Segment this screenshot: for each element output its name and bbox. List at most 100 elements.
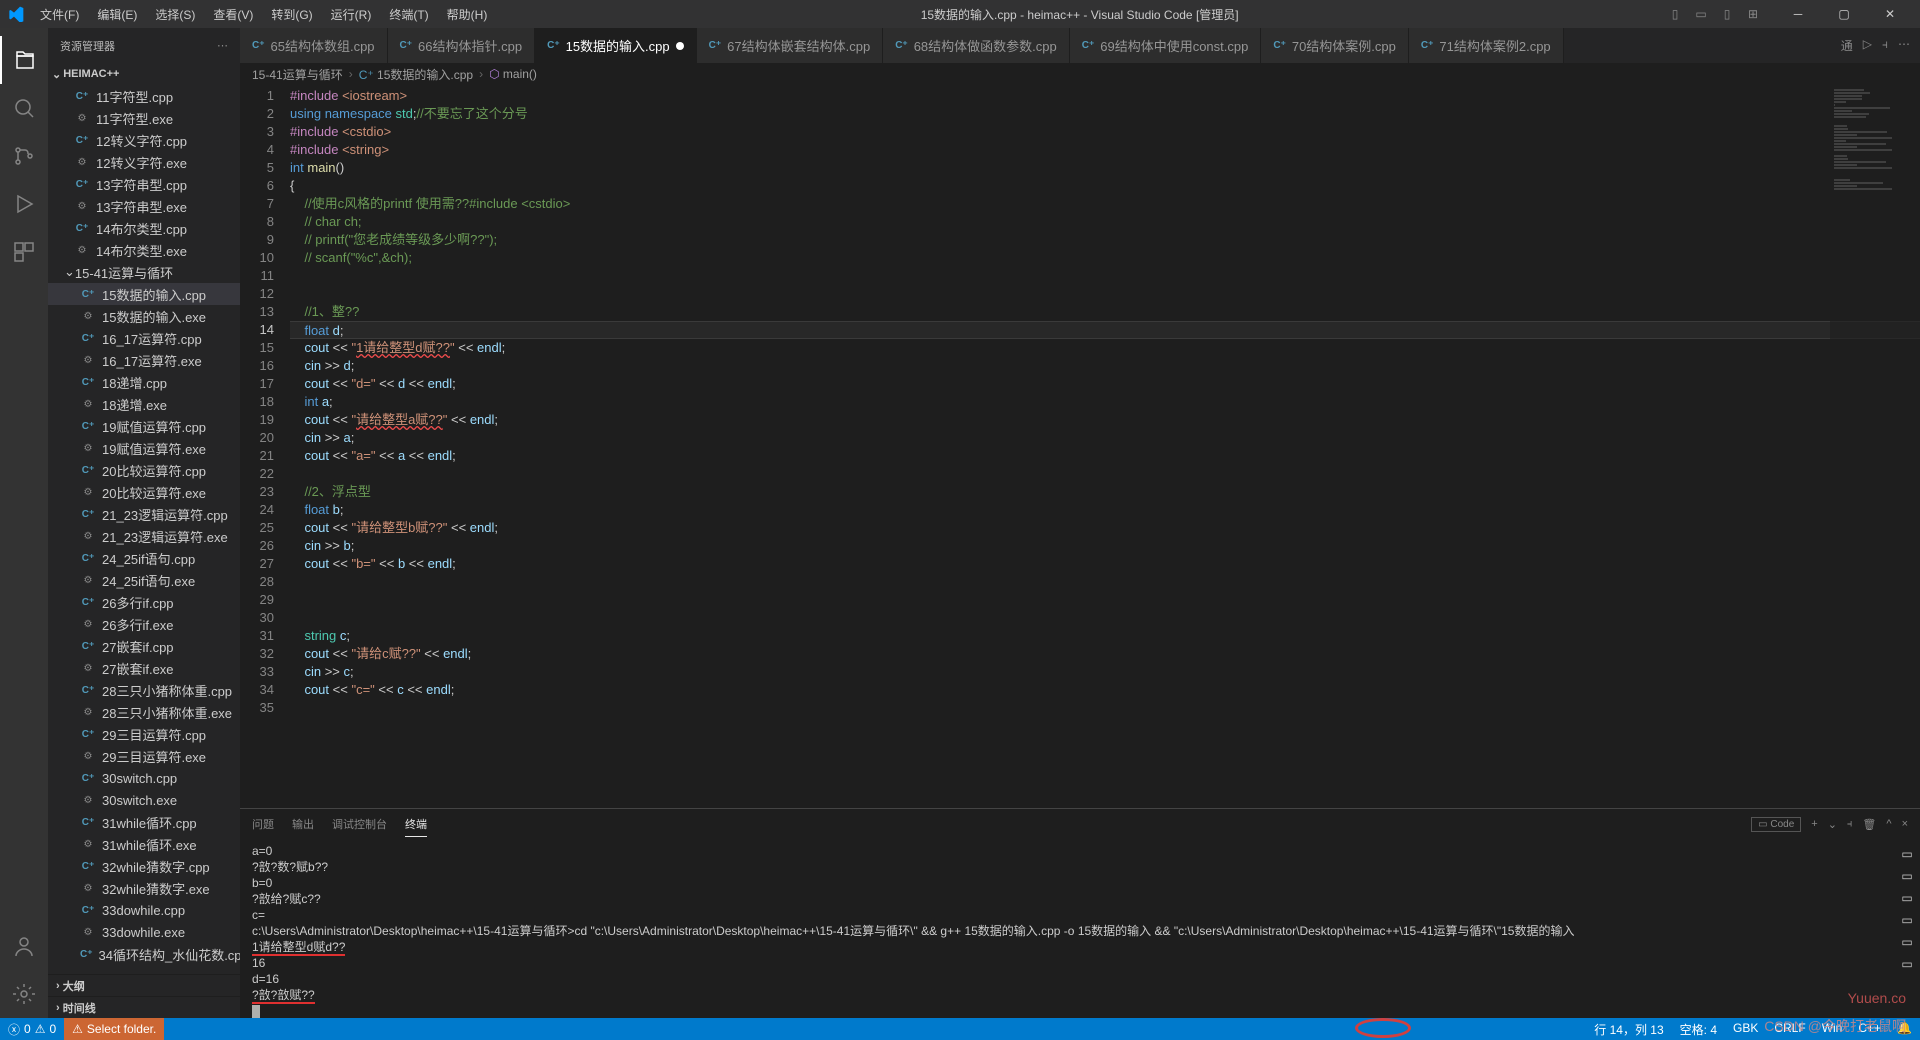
file-item[interactable]: 14布尔类型.exe bbox=[48, 239, 240, 261]
terminal-side-icon[interactable]: ▭ bbox=[1901, 869, 1912, 883]
terminal-side-icon[interactable]: ▭ bbox=[1901, 935, 1912, 949]
editor-tab[interactable]: C⁺69结构体中使用const.cpp bbox=[1070, 28, 1262, 63]
file-item[interactable]: 11字符型.cpp bbox=[48, 85, 240, 107]
minimap[interactable] bbox=[1830, 85, 1920, 808]
menu-item[interactable]: 终端(T) bbox=[381, 2, 436, 27]
editor-tab[interactable]: C⁺66结构体指针.cpp bbox=[388, 28, 536, 63]
file-item[interactable]: 27嵌套if.exe bbox=[48, 657, 240, 679]
menu-item[interactable]: 选择(S) bbox=[147, 2, 203, 27]
file-item[interactable]: 21_23逻辑运算符.cpp bbox=[48, 503, 240, 525]
code-content[interactable]: #include <iostream>using namespace std;/… bbox=[290, 85, 1920, 808]
more-icon[interactable]: ⋯ bbox=[217, 39, 228, 52]
run-debug-icon[interactable] bbox=[0, 180, 48, 228]
eol[interactable]: CRLF bbox=[1766, 1021, 1813, 1035]
outline-section[interactable]: › 大纲 bbox=[48, 974, 240, 996]
file-item[interactable]: 18递增.cpp bbox=[48, 371, 240, 393]
file-item[interactable]: 20比较运算符.cpp bbox=[48, 459, 240, 481]
file-item[interactable]: 24_25if语句.cpp bbox=[48, 547, 240, 569]
run-icon[interactable]: ▷ bbox=[1863, 37, 1872, 54]
file-item[interactable]: 13字符串型.cpp bbox=[48, 173, 240, 195]
menu-item[interactable]: 查看(V) bbox=[205, 2, 261, 27]
breadcrumb-item[interactable]: C⁺ 15数据的输入.cpp bbox=[359, 66, 473, 83]
file-item[interactable]: 29三目运算符.cpp bbox=[48, 723, 240, 745]
panel-tab[interactable]: 输出 bbox=[292, 812, 314, 836]
file-item[interactable]: 20比较运算符.exe bbox=[48, 481, 240, 503]
breadcrumb-item[interactable]: ⬡ main() bbox=[489, 67, 537, 81]
file-item[interactable]: 30switch.cpp bbox=[48, 767, 240, 789]
file-item[interactable]: 12转义字符.exe bbox=[48, 151, 240, 173]
tab-overflow[interactable]: 通 bbox=[1841, 37, 1853, 54]
folder-item[interactable]: ⌄ 15-41运算与循环 bbox=[48, 261, 240, 283]
project-header[interactable]: ⌄ HEIMAC++ bbox=[48, 63, 240, 85]
file-item[interactable]: 33dowhile.exe bbox=[48, 921, 240, 943]
panel-tab[interactable]: 问题 bbox=[252, 812, 274, 836]
menu-item[interactable]: 转到(G) bbox=[263, 2, 320, 27]
settings-icon[interactable] bbox=[0, 970, 48, 1018]
layout-panel-right-icon[interactable]: ▯ bbox=[1716, 3, 1738, 25]
file-item[interactable]: 16_17运算符.exe bbox=[48, 349, 240, 371]
new-terminal-icon[interactable]: + bbox=[1811, 818, 1817, 830]
file-item[interactable]: 33dowhile.cpp bbox=[48, 899, 240, 921]
errors-warnings[interactable]: ⓧ0 ⚠0 bbox=[0, 1018, 64, 1040]
panel-tab[interactable]: 终端 bbox=[405, 812, 427, 837]
file-item[interactable]: 27嵌套if.cpp bbox=[48, 635, 240, 657]
search-icon[interactable] bbox=[0, 84, 48, 132]
panel-tab[interactable]: 调试控制台 bbox=[332, 812, 387, 836]
menu-item[interactable]: 编辑(E) bbox=[89, 2, 145, 27]
file-item[interactable]: 12转义字符.cpp bbox=[48, 129, 240, 151]
more-icon[interactable]: ⋯ bbox=[1898, 37, 1910, 54]
file-item[interactable]: 30switch.exe bbox=[48, 789, 240, 811]
terminal-side-icon[interactable]: ▭ bbox=[1901, 913, 1912, 927]
explorer-icon[interactable] bbox=[0, 36, 48, 84]
menu-item[interactable]: 文件(F) bbox=[32, 2, 87, 27]
language-mode-2[interactable]: C++ bbox=[1850, 1021, 1889, 1035]
terminal-side-icon[interactable]: ▭ bbox=[1901, 957, 1912, 971]
layout-panel-bottom-icon[interactable]: ▭ bbox=[1690, 3, 1712, 25]
file-item[interactable]: 34循环结构_水仙花数.cpp bbox=[48, 943, 240, 965]
editor-tab[interactable]: C⁺67结构体嵌套结构体.cpp bbox=[697, 28, 884, 63]
file-item[interactable]: 31while循环.cpp bbox=[48, 811, 240, 833]
timeline-section[interactable]: › 时间线 bbox=[48, 996, 240, 1018]
split-terminal-icon[interactable]: ⫞ bbox=[1847, 818, 1853, 831]
editor-tab[interactable]: C⁺68结构体做函数参数.cpp bbox=[883, 28, 1070, 63]
encoding[interactable]: GBK bbox=[1725, 1021, 1766, 1035]
terminal[interactable]: a=0?敨?数?赋b??b=0?敨给?赋c??c=c:\Users\Admini… bbox=[240, 839, 1894, 1018]
layout-customize-icon[interactable]: ⊞ bbox=[1742, 3, 1764, 25]
file-item[interactable]: 18递增.exe bbox=[48, 393, 240, 415]
file-item[interactable]: 26多行if.exe bbox=[48, 613, 240, 635]
accounts-icon[interactable] bbox=[0, 922, 48, 970]
breadcrumb[interactable]: 15-41运算与循环›C⁺ 15数据的输入.cpp›⬡ main() bbox=[240, 63, 1920, 85]
file-item[interactable]: 19赋值运算符.cpp bbox=[48, 415, 240, 437]
file-item[interactable]: 31while循环.exe bbox=[48, 833, 240, 855]
file-item[interactable]: 24_25if语句.exe bbox=[48, 569, 240, 591]
file-item[interactable]: 15数据的输入.cpp bbox=[48, 283, 240, 305]
file-item[interactable]: 14布尔类型.cpp bbox=[48, 217, 240, 239]
editor-tab[interactable]: C⁺70结构体案例.cpp bbox=[1261, 28, 1409, 63]
file-item[interactable]: 15数据的输入.exe bbox=[48, 305, 240, 327]
menu-item[interactable]: 运行(R) bbox=[323, 2, 380, 27]
file-item[interactable]: 19赋值运算符.exe bbox=[48, 437, 240, 459]
notifications-icon[interactable]: 🔔 bbox=[1889, 1021, 1920, 1035]
layout-panel-left-icon[interactable]: ▯ bbox=[1664, 3, 1686, 25]
split-editor-icon[interactable]: ⫞ bbox=[1882, 37, 1888, 54]
menu-item[interactable]: 帮助(H) bbox=[439, 2, 496, 27]
close-button[interactable]: ✕ bbox=[1868, 0, 1912, 28]
language-mode[interactable]: Win bbox=[1814, 1021, 1851, 1035]
file-item[interactable]: 28三只小猪称体重.exe bbox=[48, 701, 240, 723]
file-item[interactable]: 26多行if.cpp bbox=[48, 591, 240, 613]
code-editor[interactable]: 1234567891011121314151617181920212223242… bbox=[240, 85, 1920, 808]
indentation[interactable]: 空格: 4 bbox=[1672, 1021, 1725, 1038]
breadcrumb-item[interactable]: 15-41运算与循环 bbox=[252, 66, 343, 83]
minimize-button[interactable]: ─ bbox=[1776, 0, 1820, 28]
chevron-down-icon[interactable]: ⌄ bbox=[1828, 818, 1837, 831]
file-item[interactable]: 11字符型.exe bbox=[48, 107, 240, 129]
cursor-position[interactable]: 行 14，列 13 bbox=[1586, 1021, 1671, 1038]
close-panel-icon[interactable]: × bbox=[1902, 818, 1908, 830]
file-item[interactable]: 28三只小猪称体重.cpp bbox=[48, 679, 240, 701]
source-control-icon[interactable] bbox=[0, 132, 48, 180]
file-item[interactable]: 16_17运算符.cpp bbox=[48, 327, 240, 349]
terminal-side-icon[interactable]: ▭ bbox=[1901, 847, 1912, 861]
editor-tab[interactable]: C⁺15数据的输入.cpp bbox=[535, 28, 697, 63]
file-item[interactable]: 13字符串型.exe bbox=[48, 195, 240, 217]
trash-icon[interactable]: 🗑 bbox=[1862, 818, 1876, 831]
